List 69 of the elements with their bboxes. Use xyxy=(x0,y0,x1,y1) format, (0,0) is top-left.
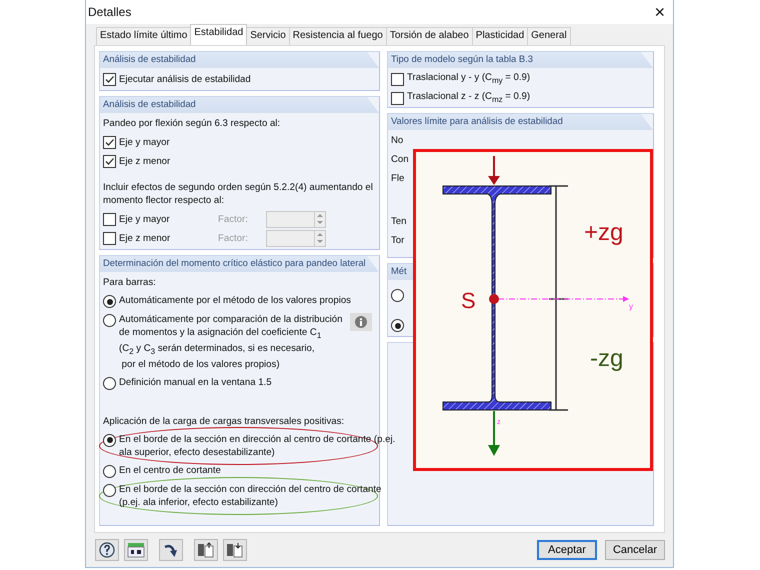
group-title: Análisis de estabilidad xyxy=(100,97,379,113)
radio-button[interactable] xyxy=(103,295,116,308)
dialog-button[interactable]: Aceptar xyxy=(537,540,597,560)
label-text: Para barras: xyxy=(103,276,156,289)
label-text: Ten xyxy=(391,215,406,228)
info-button[interactable] xyxy=(350,313,372,331)
tab[interactable]: General xyxy=(527,27,571,45)
checkbox-label[interactable]: Traslacional z - z (C$_{mz}$ = 0.9) xyxy=(407,90,530,106)
label-text: Incluir efectos de segundo orden según 5.2.2(4) aumentando el momento flector respecto al: xyxy=(103,181,374,207)
checkbox[interactable] xyxy=(103,72,116,86)
export-document-icon xyxy=(197,542,215,558)
radio-button[interactable] xyxy=(103,434,116,447)
group-title: Determinación del momento crítico elástico para pandeo lateral xyxy=(100,256,379,272)
group-title: Valores límite para análisis de estabilidad xyxy=(388,114,653,130)
radio-button[interactable] xyxy=(103,314,116,327)
dimension-label: -zg xyxy=(590,345,624,372)
close-button[interactable]: × xyxy=(654,3,665,21)
toolbar-button[interactable] xyxy=(124,539,148,561)
calculator-icon xyxy=(127,542,145,558)
checkbox[interactable] xyxy=(103,232,116,244)
label-text: Aplicación de la carga de cargas transversales positivas: xyxy=(103,414,344,428)
label-text: Fle xyxy=(391,172,404,185)
label-text: Pandeo por flexión según 6.3 respecto al: xyxy=(103,117,280,130)
checkbox-label[interactable]: Ejecutar análisis de estabilidad xyxy=(119,72,251,86)
info-icon xyxy=(355,316,367,328)
load-arrow xyxy=(488,156,500,185)
checkbox-label[interactable]: Eje y mayor xyxy=(119,212,170,226)
toolbar-button[interactable] xyxy=(194,539,218,561)
radio-label[interactable]: Automáticamente por comparación de la distribución de momentos y la asignación del coeficiente C$_{1}$ (C$_{2}$ y C$_{3}$ serán determinados, si es necesario, por el método de los valores propios) xyxy=(119,313,342,371)
label-text: Tor xyxy=(391,234,404,247)
checkbox[interactable] xyxy=(103,154,116,168)
checkbox-label[interactable]: Traslacional y - y (C$_{my}$ = 0.9) xyxy=(407,71,530,87)
checkbox[interactable] xyxy=(391,92,404,104)
tab[interactable]: Estabilidad xyxy=(190,24,248,45)
radio-label[interactable]: Definición manual en la ventana 1.5 xyxy=(119,376,272,389)
radio-button[interactable] xyxy=(391,319,404,332)
label-text: No xyxy=(391,134,404,147)
tab[interactable]: Estado límite último xyxy=(96,27,192,45)
radio-button[interactable] xyxy=(103,484,116,497)
label-text: Con xyxy=(391,153,409,166)
checkbox[interactable] xyxy=(103,212,116,226)
checkbox-label[interactable]: Eje y mayor xyxy=(119,136,170,148)
curved-arrow-icon xyxy=(163,542,179,558)
checkbox[interactable] xyxy=(103,136,116,148)
import-document-icon xyxy=(226,542,244,558)
toolbar-button[interactable] xyxy=(159,539,183,561)
checkbox-label[interactable]: Eje z menor xyxy=(119,154,170,168)
factor-label: Factor: xyxy=(218,232,249,244)
factor-label: Factor: xyxy=(218,214,249,224)
window-title: Detalles xyxy=(88,5,132,19)
radio-button[interactable] xyxy=(103,376,116,390)
shear-center-point xyxy=(489,294,499,304)
radio-label[interactable]: Automáticamente por el método de los valores propios xyxy=(119,294,351,307)
radio-button[interactable] xyxy=(391,289,404,302)
axis-label: y xyxy=(629,302,633,311)
z-axis-arrow xyxy=(488,411,500,456)
radio-button[interactable] xyxy=(103,464,116,478)
checkbox-label[interactable]: Eje z menor xyxy=(119,232,170,244)
group-title: Análisis de estabilidad xyxy=(100,52,379,68)
dimension-label: +zg xyxy=(584,219,624,246)
group-title: Tipo de modelo según la tabla B.3 xyxy=(388,52,653,68)
radio-label[interactable]: En el borde de la sección en dirección al centro de cortante (p.ej. ala superior, efecto desestabilizante) xyxy=(119,432,396,459)
radio-label[interactable]: En el centro de cortante xyxy=(119,464,221,477)
shear-center-label: S xyxy=(461,288,476,313)
help-icon xyxy=(99,542,115,558)
checkbox[interactable] xyxy=(391,72,404,86)
toolbar-button[interactable] xyxy=(95,539,119,561)
dialog-button[interactable]: Cancelar xyxy=(605,540,665,560)
toolbar-button[interactable] xyxy=(223,539,247,561)
